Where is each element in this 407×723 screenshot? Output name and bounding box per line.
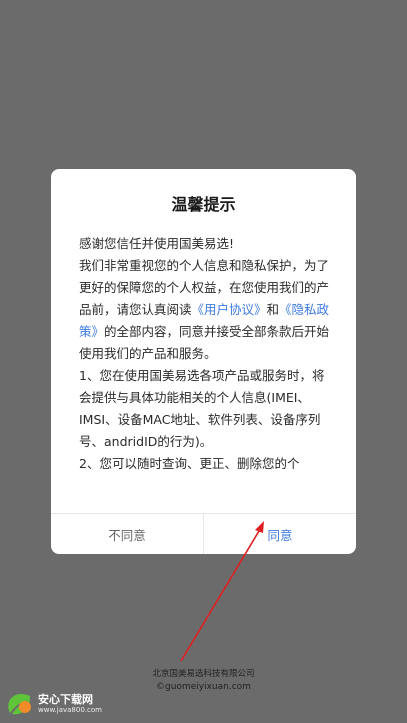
watermark: 安心下载网 www.java800.com — [4, 690, 108, 718]
decline-button[interactable]: 不同意 — [51, 514, 204, 554]
dialog-paragraph-2: 2、您可以随时查询、更正、删除您的个 — [79, 456, 300, 471]
footer-company: 北京国美易选科技有限公司 — [152, 669, 255, 679]
leaf-logo-icon — [8, 694, 31, 715]
user-agreement-link[interactable]: 《用户协议》 — [192, 302, 267, 317]
agree-button[interactable]: 同意 — [204, 514, 356, 554]
privacy-dialog: 温馨提示 感谢您信任并使用国美易选! 我们非常重视您的个人信息和隐私保护，为了更… — [51, 169, 356, 554]
dialog-body[interactable]: 感谢您信任并使用国美易选! 我们非常重视您的个人信息和隐私保护，为了更好的保障您… — [79, 233, 336, 501]
consent-text-b: 的全部内容，同意并接受全部条款后开始使用我们的产品和服务。 — [79, 324, 330, 361]
watermark-title: 安心下载网 — [38, 693, 93, 706]
dialog-paragraph-consent: 我们非常重视您的个人信息和隐私保护，为了更好的保障您的个人权益，在您使用我们的产… — [79, 255, 336, 365]
dialog-paragraph-1: 1、您在使用国美易选各项产品或服务时，将会提供与具体功能相关的个人信息(IMEI… — [79, 368, 325, 449]
dialog-title: 温馨提示 — [171, 195, 236, 214]
watermark-url: www.java800.com — [38, 706, 102, 714]
watermark-text: 安心下载网 www.java800.com — [38, 693, 102, 715]
dialog-greeting: 感谢您信任并使用国美易选! — [79, 236, 235, 251]
dialog-button-row: 不同意 同意 — [51, 513, 356, 554]
consent-text-and: 和 — [266, 302, 280, 317]
